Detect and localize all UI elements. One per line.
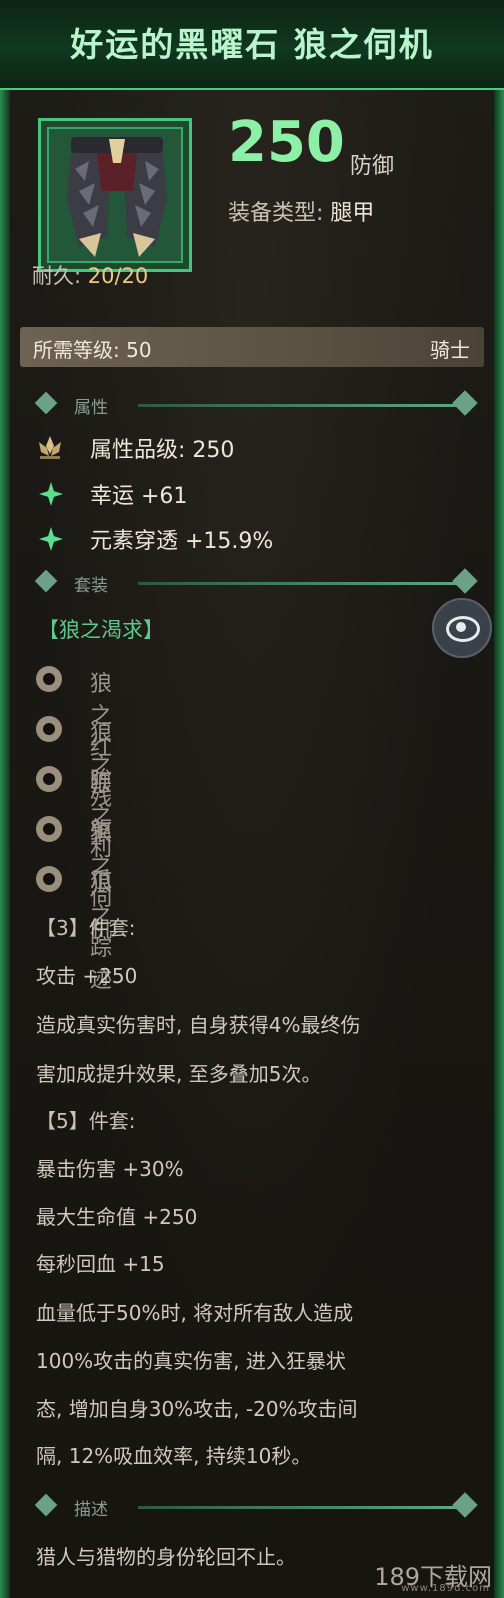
- sparkle-icon: [35, 523, 65, 553]
- set-piece-indicator: [36, 766, 62, 792]
- section-label: 描述: [74, 1500, 108, 1520]
- set-piece-indicator: [36, 716, 62, 742]
- set-bonus-line: 100%攻击的真实伤害, 进入狂暴状: [36, 1349, 346, 1373]
- set-bonus-5-heading: 【5】件套:: [36, 1109, 136, 1133]
- durability-label: 耐久:: [32, 264, 82, 288]
- set-bonus-line: 隔, 12%吸血效率, 持续10秒。: [36, 1444, 312, 1468]
- set-bonus-line: 害加成提升效果, 至多叠加5次。: [36, 1062, 322, 1086]
- set-bonus-line: 攻击 +250: [36, 964, 138, 988]
- section-label: 套装: [74, 576, 108, 596]
- durability-value: 20/20: [87, 264, 149, 288]
- frame-left-border: [0, 0, 10, 1598]
- set-bonus-line: 态, 增加自身30%攻击, -20%攻击间: [36, 1397, 358, 1421]
- attr-luck: 幸运 +61: [90, 484, 188, 509]
- defense-value: 250: [228, 110, 345, 175]
- set-bonus-3-heading: 【3】件套:: [36, 916, 136, 940]
- equip-type: 装备类型: 腿甲: [228, 195, 374, 227]
- required-level-bar: 所需等级: 50 骑士: [20, 327, 484, 367]
- diamond-icon: [34, 391, 58, 415]
- defense-label: 防御: [350, 154, 395, 179]
- set-bonus-line: 每秒回血 +15: [36, 1252, 165, 1276]
- equip-type-label: 装备类型:: [228, 201, 324, 226]
- diamond-icon: [452, 1492, 478, 1518]
- item-tooltip-panel: 好运的黑曜石 狼之伺机 250 防御 装备类型: 腿甲 耐久: 20/20 所需…: [0, 0, 504, 1598]
- required-level: 所需等级: 50: [33, 338, 152, 362]
- set-piece-indicator: [36, 816, 62, 842]
- sparkle-icon: [35, 478, 65, 508]
- durability: 耐久: 20/20: [32, 260, 148, 290]
- set-name: 【狼之渴求】: [38, 618, 164, 642]
- attr-quality: 属性品级: 250: [90, 438, 235, 463]
- set-piece-indicator: [36, 666, 62, 692]
- set-bonus-line: 血量低于50%时, 将对所有敌人造成: [36, 1301, 354, 1325]
- item-thumbnail: [38, 118, 192, 272]
- section-header-attributes: 属性: [30, 390, 478, 418]
- divider-line: [138, 404, 458, 407]
- frame-right-border: [494, 0, 504, 1598]
- diamond-icon: [34, 569, 58, 593]
- leg-armor-icon: [67, 137, 167, 257]
- set-bonus-line: 造成真实伤害时, 自身获得4%最终伤: [36, 1013, 361, 1037]
- watermark-url: www.189d.com: [401, 1583, 490, 1594]
- divider-line: [138, 1506, 458, 1509]
- divider-line: [138, 582, 458, 585]
- diamond-icon: [452, 390, 478, 416]
- section-label: 属性: [74, 398, 108, 418]
- diamond-icon: [34, 1493, 58, 1517]
- view-button[interactable]: [432, 598, 492, 658]
- item-title: 好运的黑曜石 狼之伺机: [70, 25, 434, 64]
- section-header-set: 套装: [30, 568, 478, 596]
- lotus-icon: [39, 436, 61, 459]
- set-bonus-line: 暴击伤害 +30%: [36, 1157, 184, 1181]
- set-piece-indicator: [36, 866, 62, 892]
- title-bar: 好运的黑曜石 狼之伺机: [0, 0, 504, 90]
- section-header-description: 描述: [30, 1492, 478, 1520]
- required-class: 骑士: [430, 338, 470, 362]
- equip-type-value: 腿甲: [330, 201, 375, 226]
- set-bonus-line: 最大生命值 +250: [36, 1205, 198, 1229]
- attr-elemental-pen: 元素穿透 +15.9%: [90, 529, 274, 554]
- diamond-icon: [452, 568, 478, 594]
